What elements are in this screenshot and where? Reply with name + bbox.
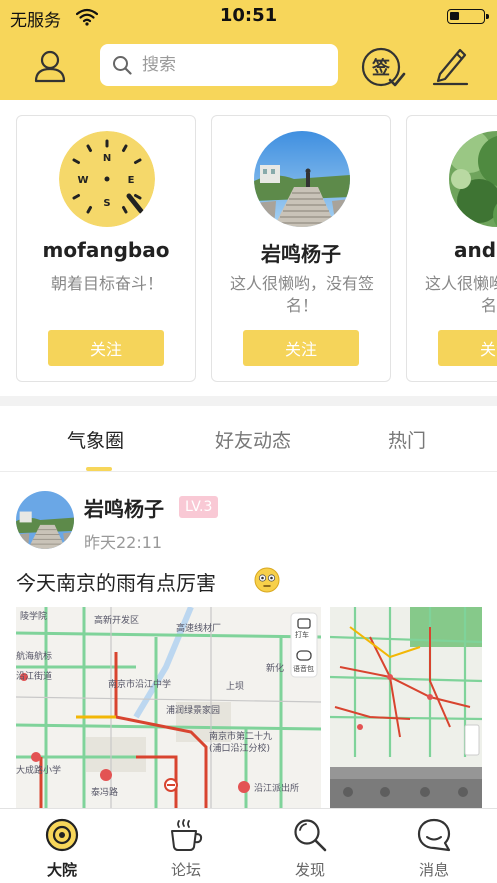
author-avatar[interactable] [16,491,74,549]
search-input[interactable] [142,50,327,80]
flushed-face-emoji [254,567,280,593]
nav-item-forum[interactable]: 论坛 [124,809,248,883]
active-tab-indicator [86,467,112,471]
search-icon [113,56,132,75]
user-card-name: mofangbao [42,238,170,262]
user-card[interactable]: andrew 这人很懒哟，没有签名！ 关注 [406,115,497,382]
map-place-label: 新化 [266,662,284,674]
follow-button[interactable]: 关注 [438,330,497,366]
follow-button[interactable]: 关注 [48,330,164,366]
nav-label: 消息 [418,861,449,879]
map-place-label: 上坝 [226,681,244,692]
nav-item-messages[interactable]: 消息 [372,809,496,883]
user-card[interactable]: N S W E mofangbao 朝着目标奋斗！ 关注 [16,115,196,382]
bottom-tab-bar: 大院 论坛 发现 消息 [0,808,497,883]
green-trees-avatar [449,131,497,227]
nav-label: 发现 [294,861,325,879]
map-place-label: 沿江派出所 [254,782,299,794]
discover-search-icon [294,819,327,852]
status-time: 10:51 [219,5,278,26]
nav-item-courtyard[interactable]: 大院 [0,809,124,883]
svg-text:签: 签 [371,57,391,79]
svg-text:W: W [77,175,88,186]
section-divider [0,396,497,406]
map-place-label: 陵学院 [20,610,47,622]
nav-label: 大院 [46,861,77,879]
checkin-icon[interactable]: 签 [360,45,406,91]
stairs-landscape-avatar [254,131,350,227]
map-place-label: 浦润绿景家园 [166,704,220,716]
header: 无服务 10:51 签 [0,0,497,100]
nav-item-discover[interactable]: 发现 [248,809,372,883]
courtyard-icon [45,818,79,852]
post-time: 昨天22:11 [84,533,163,552]
map-place-label: 沿江街道 [16,670,52,682]
app-screen: 无服务 10:51 签 [0,0,497,883]
user-card-bio: 这人很懒哟，没有签名！ [424,274,497,315]
battery-icon [447,9,489,24]
follow-button[interactable]: 关注 [243,330,359,366]
compass-clock-avatar: N S W E [59,131,155,227]
post-author-name[interactable]: 岩鸣杨子 [84,493,164,522]
map-place-label: 泰冯路 [91,786,118,798]
user-card[interactable]: 岩鸣杨子 这人很懒哟，没有签名！ 关注 [211,115,391,382]
user-card-name: 岩鸣杨子 [261,242,341,266]
map-place-label: (浦口沿江分校) [209,742,270,754]
user-card-bio: 朝着目标奋斗！ [50,274,163,293]
search-bar[interactable] [100,44,338,86]
feed-post[interactable]: 岩鸣杨子 LV.3 昨天22:11 今天南京的雨有点厉害 陵学院 高新开发区 高… [0,473,497,808]
svg-text:N: N [103,153,111,164]
map-place-label: 高新开发区 [94,614,139,626]
map-place-label: 高速线材厂 [176,622,221,634]
status-bar: 无服务 10:51 [0,0,497,34]
level-badge: LV.3 [179,496,219,518]
post-text: 今天南京的雨有点厉害 [16,571,216,595]
coffee-cup-icon [171,819,203,851]
map-place-label: 南京市第二十九 [209,730,272,742]
svg-text:S: S [103,198,110,209]
map-image[interactable] [330,607,482,808]
battery-fill [450,12,459,20]
tab-weather-circle[interactable]: 气象圈 [67,426,124,453]
user-card-name: andrew [454,238,497,262]
user-card-bio: 这人很懒哟，没有签名！ [229,274,374,315]
svg-text:E: E [128,175,135,186]
message-bubble-icon [417,818,451,852]
map-place-label: 航海航标 [16,650,52,662]
map-tool-label: 语音包 [293,664,314,673]
user-icon[interactable] [32,48,68,84]
feed-tabs: 气象圈 好友动态 热门 [0,406,497,472]
map-tool-label: 打车 [295,630,309,639]
edit-icon[interactable] [430,44,470,86]
map-image[interactable]: 陵学院 高新开发区 高速线材厂 航海航标 南京市沿江中学 沿江街道 浦润绿景家园… [16,607,321,808]
recommended-users: N S W E mofangbao 朝着目标奋斗！ 关注 岩鸣杨子 这人很懒哟，… [0,100,497,396]
tab-hot[interactable]: 热门 [388,426,426,453]
map-place-label: 南京市沿江中学 [108,678,171,690]
nav-label: 论坛 [170,861,201,879]
tab-friend-activity[interactable]: 好友动态 [215,426,291,453]
map-place-label: 大成路小学 [16,764,61,776]
